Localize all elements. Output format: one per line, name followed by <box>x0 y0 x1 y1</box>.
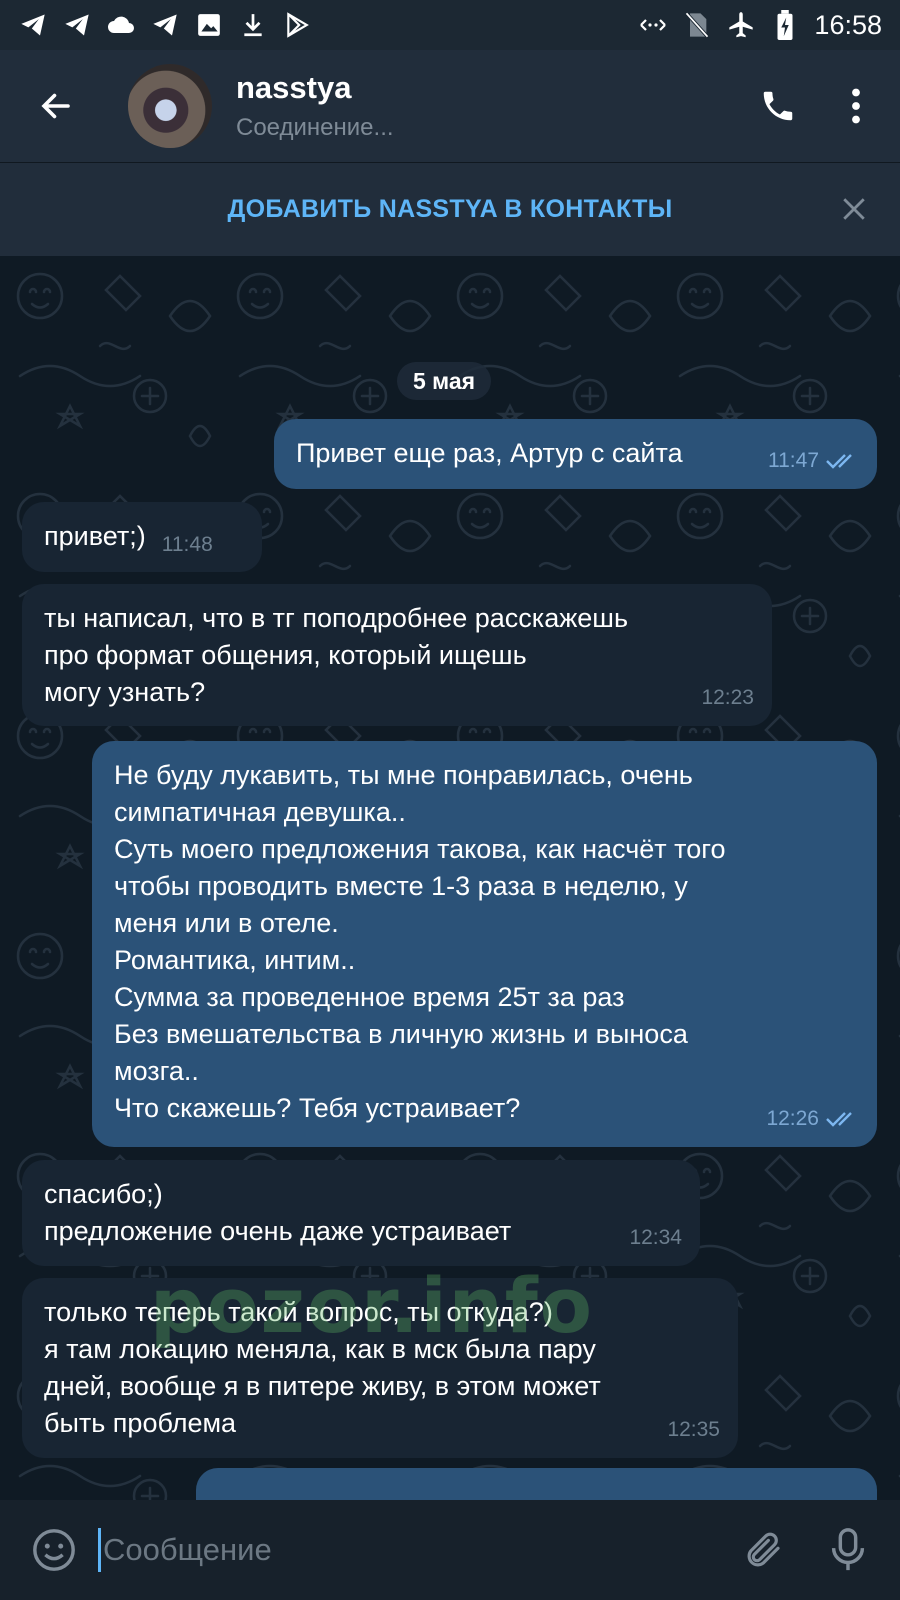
message-composer <box>0 1500 900 1600</box>
message-incoming[interactable]: спасибо;) предложение очень даже устраив… <box>22 1160 700 1266</box>
double-check-icon <box>826 1111 852 1127</box>
download-icon <box>238 10 268 40</box>
message-text: привет;) <box>44 521 146 551</box>
back-arrow-icon <box>41 93 70 119</box>
message-input[interactable] <box>103 1532 736 1568</box>
airplane-icon <box>726 10 756 40</box>
telegram-icon <box>18 10 48 40</box>
cloud-icon <box>106 10 136 40</box>
status-time: 16:58 <box>814 9 882 40</box>
chat-header: nasstya Соединение... <box>0 50 900 162</box>
message-time: 11:48 <box>161 533 213 556</box>
microphone-icon <box>831 1528 865 1571</box>
back-button[interactable] <box>28 78 84 134</box>
message-outgoing[interactable]: Не буду лукавить, ты мне понравилась, оч… <box>92 741 877 1147</box>
message-text: спасибо;) предложение очень даже устраив… <box>44 1179 512 1246</box>
add-contact-bar: ДОБАВИТЬ NASSTYA В КОНТАКТЫ <box>0 162 900 256</box>
chat-area[interactable]: 5 мая Привет еще раз, Артур с сайта 11:4… <box>0 256 900 1500</box>
chat-name: nasstya <box>236 70 352 105</box>
voice-message-button[interactable] <box>820 1522 876 1578</box>
data-saver-icon <box>638 10 668 40</box>
status-bar: 16:58 <box>0 0 900 50</box>
message-time: 12:23 <box>701 686 754 709</box>
chat-title-block[interactable]: nasstya Соединение... <box>236 70 394 142</box>
message-incoming[interactable]: ты написал, что в тг поподробнее расскаж… <box>22 584 772 726</box>
message-time: 12:35 <box>667 1418 720 1441</box>
more-vertical-icon <box>852 88 860 124</box>
play-store-icon <box>282 10 312 40</box>
attach-button[interactable] <box>736 1522 792 1578</box>
call-button[interactable] <box>750 78 806 134</box>
message-text: Не буду лукавить, ты мне понравилась, оч… <box>114 760 726 1123</box>
message-outgoing[interactable]: Привет еще раз, Артур с сайта 11:47 <box>274 419 877 489</box>
message-time: 12:34 <box>629 1226 682 1249</box>
phone-icon <box>763 91 793 121</box>
telegram-icon <box>62 10 92 40</box>
emoji-icon <box>33 1529 75 1571</box>
image-icon <box>194 10 224 40</box>
more-menu-button[interactable] <box>836 78 876 134</box>
emoji-button[interactable] <box>26 1522 82 1578</box>
chat-status: Соединение... <box>236 114 394 141</box>
avatar[interactable] <box>128 64 212 148</box>
watermark: pozor.info <box>150 1261 595 1350</box>
paperclip-icon <box>747 1532 780 1567</box>
no-sim-icon <box>682 10 712 40</box>
close-icon <box>843 198 865 220</box>
double-check-icon <box>826 453 852 469</box>
add-contact-button[interactable]: ДОБАВИТЬ NASSTYA В КОНТАКТЫ <box>228 195 673 224</box>
date-separator: 5 мая <box>397 362 492 400</box>
text-cursor <box>98 1528 101 1572</box>
battery-charging-icon <box>770 10 800 40</box>
telegram-icon <box>150 10 180 40</box>
message-time: 12:26 <box>766 1107 819 1130</box>
close-add-contact-button[interactable] <box>836 191 872 227</box>
message-outgoing-partial[interactable] <box>196 1468 877 1500</box>
message-text: ты написал, что в тг поподробнее расскаж… <box>44 603 629 707</box>
message-incoming[interactable]: привет;) 11:48 <box>22 502 262 572</box>
message-time: 11:47 <box>768 449 819 472</box>
